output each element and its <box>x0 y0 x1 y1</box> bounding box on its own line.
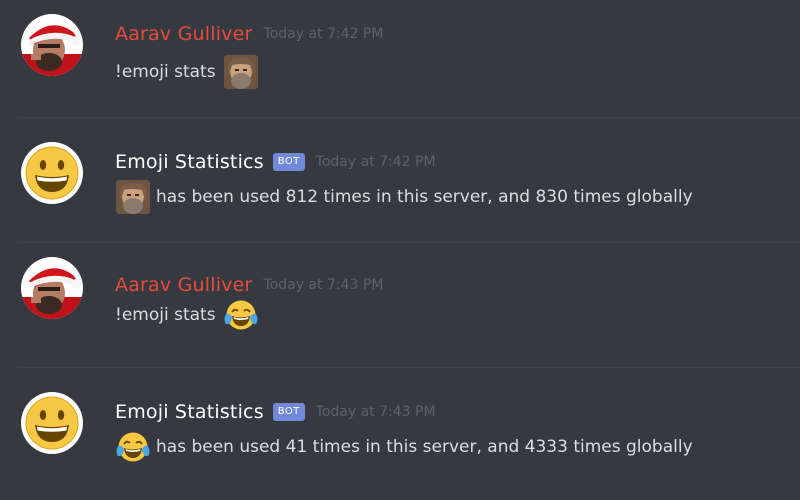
bot-tag: BOT <box>272 403 305 421</box>
message-group: Emoji Statistics BOT Today at 7:43 PM ha… <box>0 368 800 493</box>
grinning-face-avatar-icon <box>21 392 83 454</box>
message-content: !emoji stats <box>115 299 258 331</box>
timestamp: Today at 7:42 PM <box>263 26 384 42</box>
grinning-face-avatar-icon <box>21 142 83 204</box>
message-text: !emoji stats <box>115 62 216 82</box>
username[interactable]: Aarav Gulliver <box>115 22 253 46</box>
timestamp: Today at 7:43 PM <box>315 404 436 420</box>
message-header: Aarav Gulliver Today at 7:43 PM <box>115 273 383 297</box>
message-header: Emoji Statistics BOT Today at 7:42 PM <box>115 150 436 174</box>
username[interactable]: Aarav Gulliver <box>115 273 253 297</box>
chat-log: Aarav Gulliver Today at 7:42 PM !emoji s… <box>0 0 800 500</box>
bot-tag: BOT <box>272 153 305 171</box>
message-content: has been used 41 times in this server, a… <box>115 431 693 463</box>
bot-avatar[interactable] <box>21 142 83 204</box>
message-group: Aarav Gulliver Today at 7:42 PM !emoji s… <box>0 0 800 125</box>
message-text: has been used 812 times in this server, … <box>156 187 693 207</box>
tears-of-joy-emoji-icon[interactable] <box>116 430 150 464</box>
timestamp: Today at 7:42 PM <box>315 154 436 170</box>
stallman-face-emoji-icon[interactable] <box>116 180 150 214</box>
message-group: Emoji Statistics BOT Today at 7:42 PM ha… <box>0 118 800 243</box>
message-content: has been used 812 times in this server, … <box>115 180 693 214</box>
user-avatar[interactable] <box>21 257 83 319</box>
message-group: Aarav Gulliver Today at 7:43 PM !emoji s… <box>0 243 800 368</box>
stallman-face-emoji-icon[interactable] <box>223 55 258 89</box>
message-header: Emoji Statistics BOT Today at 7:43 PM <box>115 400 436 424</box>
bot-username[interactable]: Emoji Statistics <box>115 400 264 424</box>
message-header: Aarav Gulliver Today at 7:42 PM <box>115 22 383 46</box>
bot-username[interactable]: Emoji Statistics <box>115 150 264 174</box>
message-content: !emoji stats <box>115 55 258 89</box>
message-text: !emoji stats <box>115 305 216 325</box>
santa-user-avatar-icon <box>21 257 83 319</box>
tears-of-joy-emoji-icon[interactable] <box>224 298 258 332</box>
user-avatar[interactable] <box>21 14 83 76</box>
timestamp: Today at 7:43 PM <box>263 277 384 293</box>
santa-user-avatar-icon <box>21 14 83 76</box>
message-text: has been used 41 times in this server, a… <box>156 437 693 457</box>
bot-avatar[interactable] <box>21 392 83 454</box>
